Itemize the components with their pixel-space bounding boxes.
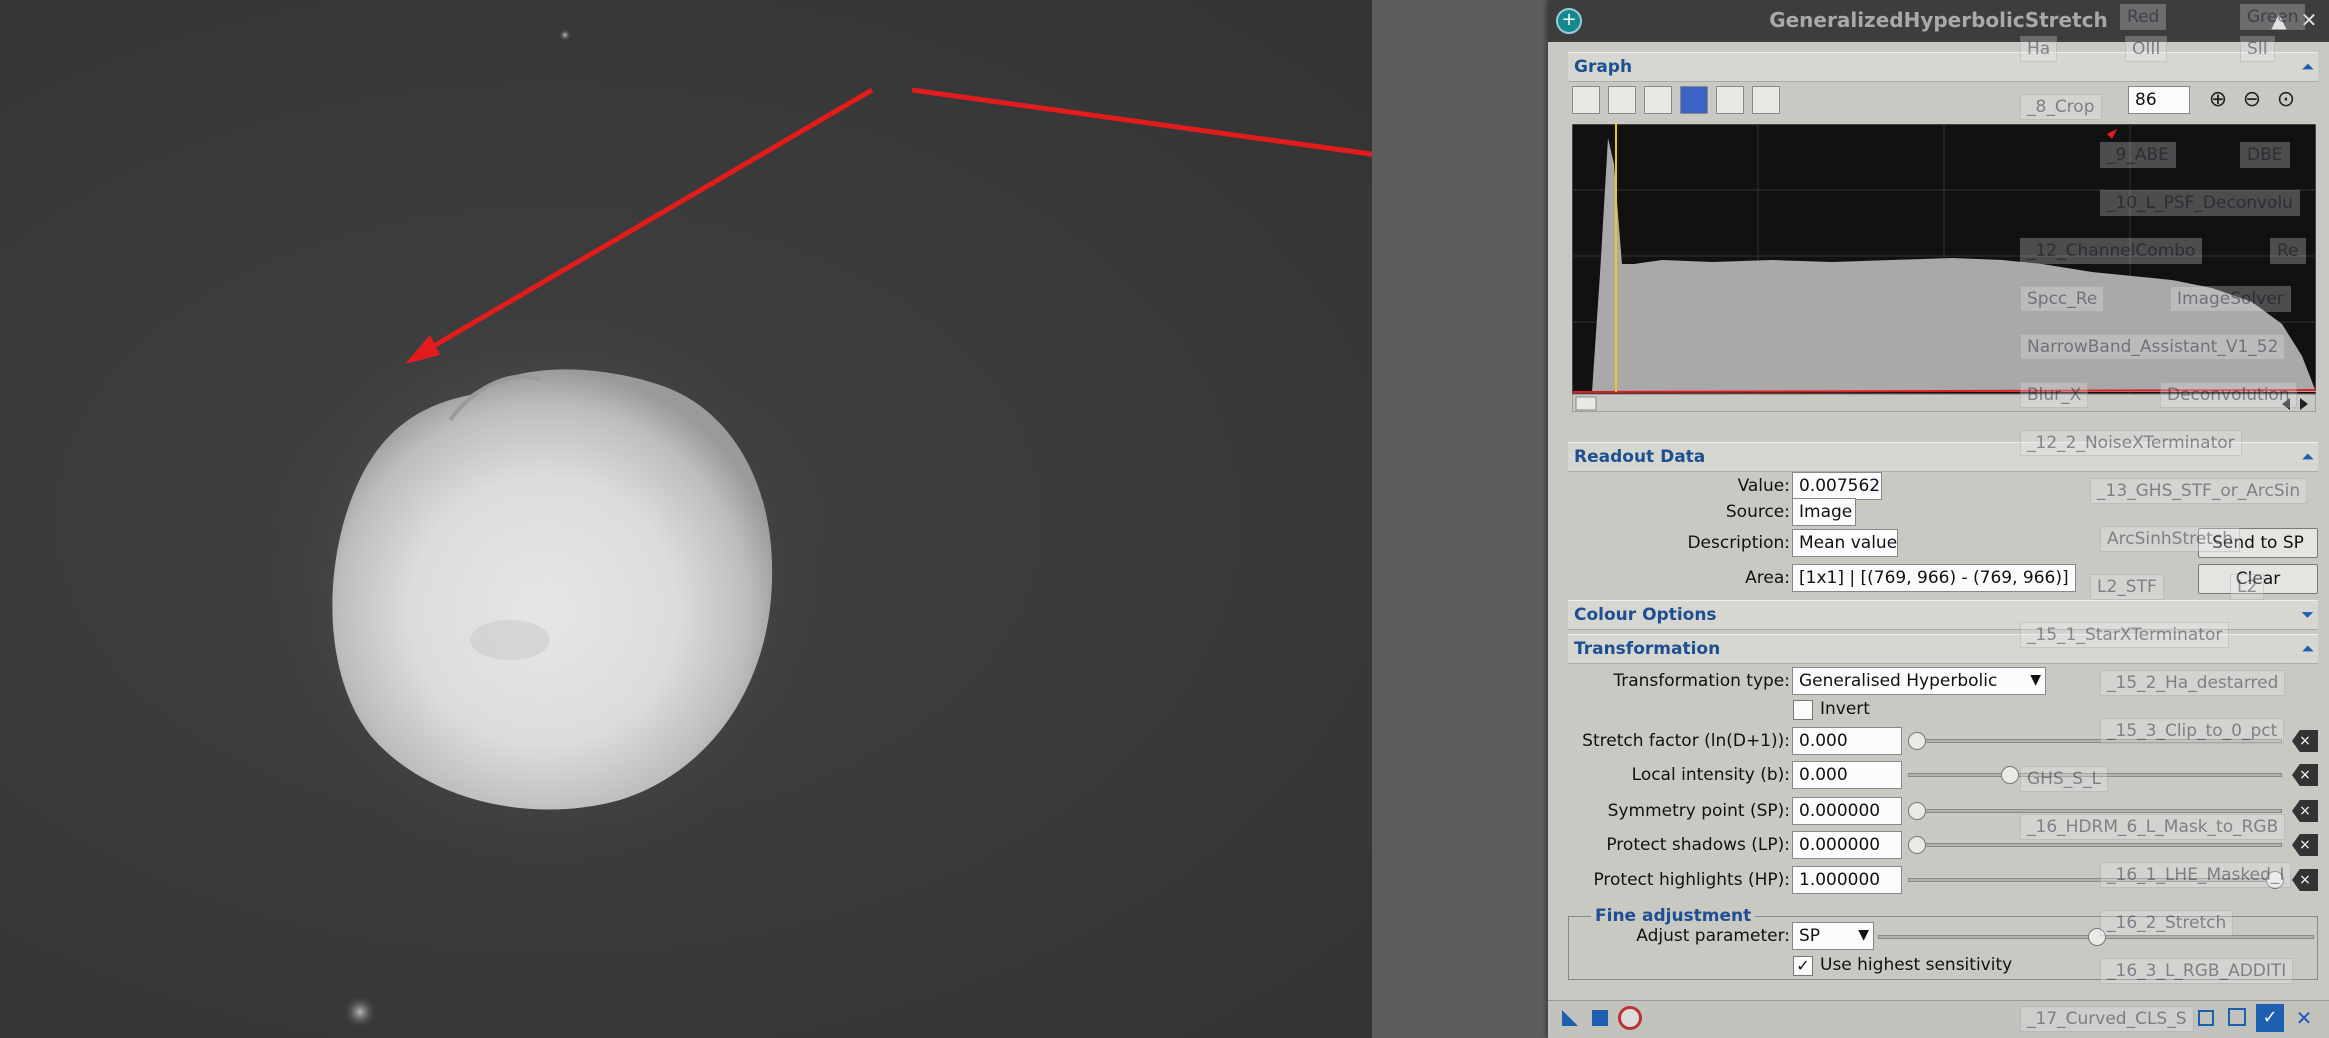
workspace-icon: OIII: [2125, 36, 2168, 62]
graph-section-label: Graph: [1574, 57, 1633, 77]
workspace-icon: _15_3_Clip_to_0_pct: [2100, 718, 2285, 744]
description-label: Description:: [1687, 533, 1790, 553]
readout-section-label: Readout Data: [1574, 447, 1706, 467]
workspace-icon: Re: [2270, 238, 2306, 264]
workspace-icon: _16_HDRM_6_L_Mask_to_RGB: [2020, 814, 2286, 840]
transformation-type-label: Transformation type:: [1613, 671, 1790, 691]
workspace-icon: ArcSinhStretch: [2100, 526, 2240, 552]
workspace-icon: Spcc_Re: [2020, 286, 2105, 312]
colour-options-label: Colour Options: [1574, 605, 1717, 625]
nebula-disc: [332, 369, 773, 810]
workspace-icon: _15_2_Ha_destarred: [2100, 670, 2286, 696]
transformation-label: Transformation: [1574, 639, 1721, 659]
graph-histogram-icon[interactable]: [1752, 86, 1780, 114]
param-label: Stretch factor (ln(D+1)):: [1582, 731, 1790, 751]
workspace-icon: _15_1_StarXTerminator: [2020, 622, 2230, 648]
invert-checkbox[interactable]: [1793, 700, 1813, 720]
workspace-icon: Deconvolution: [2160, 382, 2297, 408]
value-field: 0.007562: [1792, 472, 1882, 500]
workspace-icon: Red: [2120, 4, 2167, 30]
adjust-parameter-label: Adjust parameter:: [1636, 926, 1790, 946]
graph-log-icon[interactable]: [1608, 86, 1636, 114]
param-label: Protect shadows (LP):: [1606, 835, 1790, 855]
new-instance-icon[interactable]: [1558, 1006, 1582, 1030]
workspace-icon: L2: [2230, 574, 2265, 600]
workspace-icon: Green: [2240, 4, 2306, 30]
slider-handle[interactable]: [1908, 802, 1926, 820]
workspace-icon: Blur_X: [2020, 382, 2089, 408]
graph-grid-icon[interactable]: [1680, 86, 1708, 114]
param-input[interactable]: 0.000000: [1792, 797, 1902, 825]
chevron-down-icon: ▼: [1858, 927, 1869, 943]
image-canvas: [245, 29, 1372, 1028]
adjust-parameter-value: SP: [1799, 926, 1821, 946]
value-label: Value:: [1737, 476, 1790, 496]
workspace-icon: GHS_S_L: [2020, 766, 2109, 792]
workspace-icon: NarrowBand_Assistant_V1_52: [2020, 334, 2286, 360]
workspace-icon: L2_STF: [2090, 574, 2164, 600]
invert-label: Invert: [1820, 699, 1870, 719]
workspace-icon: _8_Crop: [2020, 94, 2102, 120]
workspace-icon: ImageSolver: [2170, 286, 2291, 312]
slider-handle[interactable]: [1908, 836, 1926, 854]
graph-curve-icon[interactable]: [1644, 86, 1672, 114]
workspace-icon: _10_L_PSF_Deconvolu: [2100, 190, 2300, 216]
adjust-parameter-select[interactable]: SP ▼: [1792, 922, 1874, 950]
area-label: Area:: [1745, 568, 1790, 588]
param-label: Protect highlights (HP):: [1593, 870, 1790, 890]
workspace-icon: _9_ABE: [2100, 142, 2176, 168]
graph-transform-icon[interactable]: [1716, 86, 1744, 114]
annotation-arrow-right: [911, 87, 1372, 157]
param-input[interactable]: 0.000: [1792, 727, 1902, 755]
param-label: Local intensity (b):: [1631, 765, 1790, 785]
star: [344, 996, 376, 1028]
workspace-icon: _17_Curved_CLS_S: [2020, 1006, 2194, 1032]
graph-reset-icon[interactable]: [1572, 86, 1600, 114]
slider-handle[interactable]: [1908, 732, 1926, 750]
workspace-icon: _12_ChannelCombo: [2020, 238, 2203, 264]
param-input[interactable]: 0.000000: [1792, 831, 1902, 859]
highest-sensitivity-checkbox[interactable]: ✓: [1793, 956, 1813, 976]
workspace-icon: _16_2_Stretch: [2100, 910, 2234, 936]
param-input[interactable]: 1.000000: [1792, 866, 1902, 894]
source-field: Image: [1792, 498, 1856, 526]
param-label: Symmetry point (SP):: [1607, 801, 1790, 821]
workspace-icon: Ha: [2020, 36, 2058, 62]
description-field: Mean value: [1792, 529, 1898, 557]
transformation-type-value: Generalised Hyperbolic: [1799, 671, 1998, 691]
apply-global-icon[interactable]: [1592, 1010, 1608, 1026]
image-viewport[interactable]: [0, 0, 1372, 1038]
workspace-icon: SII: [2240, 36, 2275, 62]
workspace-icon: _13_GHS_STF_or_ArcSin: [2090, 478, 2308, 504]
param-input[interactable]: 0.000: [1792, 761, 1902, 789]
highest-sensitivity-label: Use highest sensitivity: [1820, 955, 2013, 975]
workspace-icon: _16_1_LHE_Masked_I: [2100, 862, 2292, 888]
workspace-icons-overlay: Red Green Ha OIII SII _8_Crop _9_ABE DBE _10_L_P…: [2000, 0, 2329, 1038]
workspace-icon: _16_3_L_RGB_ADDITI: [2100, 958, 2294, 984]
source-label: Source:: [1725, 502, 1790, 522]
workspace-icon: DBE: [2240, 142, 2290, 168]
fine-adjustment-label: Fine adjustment: [1595, 906, 1752, 926]
workspace-icon: _12_2_NoiseXTerminator: [2020, 430, 2242, 456]
real-time-preview-icon[interactable]: [1618, 1006, 1642, 1030]
